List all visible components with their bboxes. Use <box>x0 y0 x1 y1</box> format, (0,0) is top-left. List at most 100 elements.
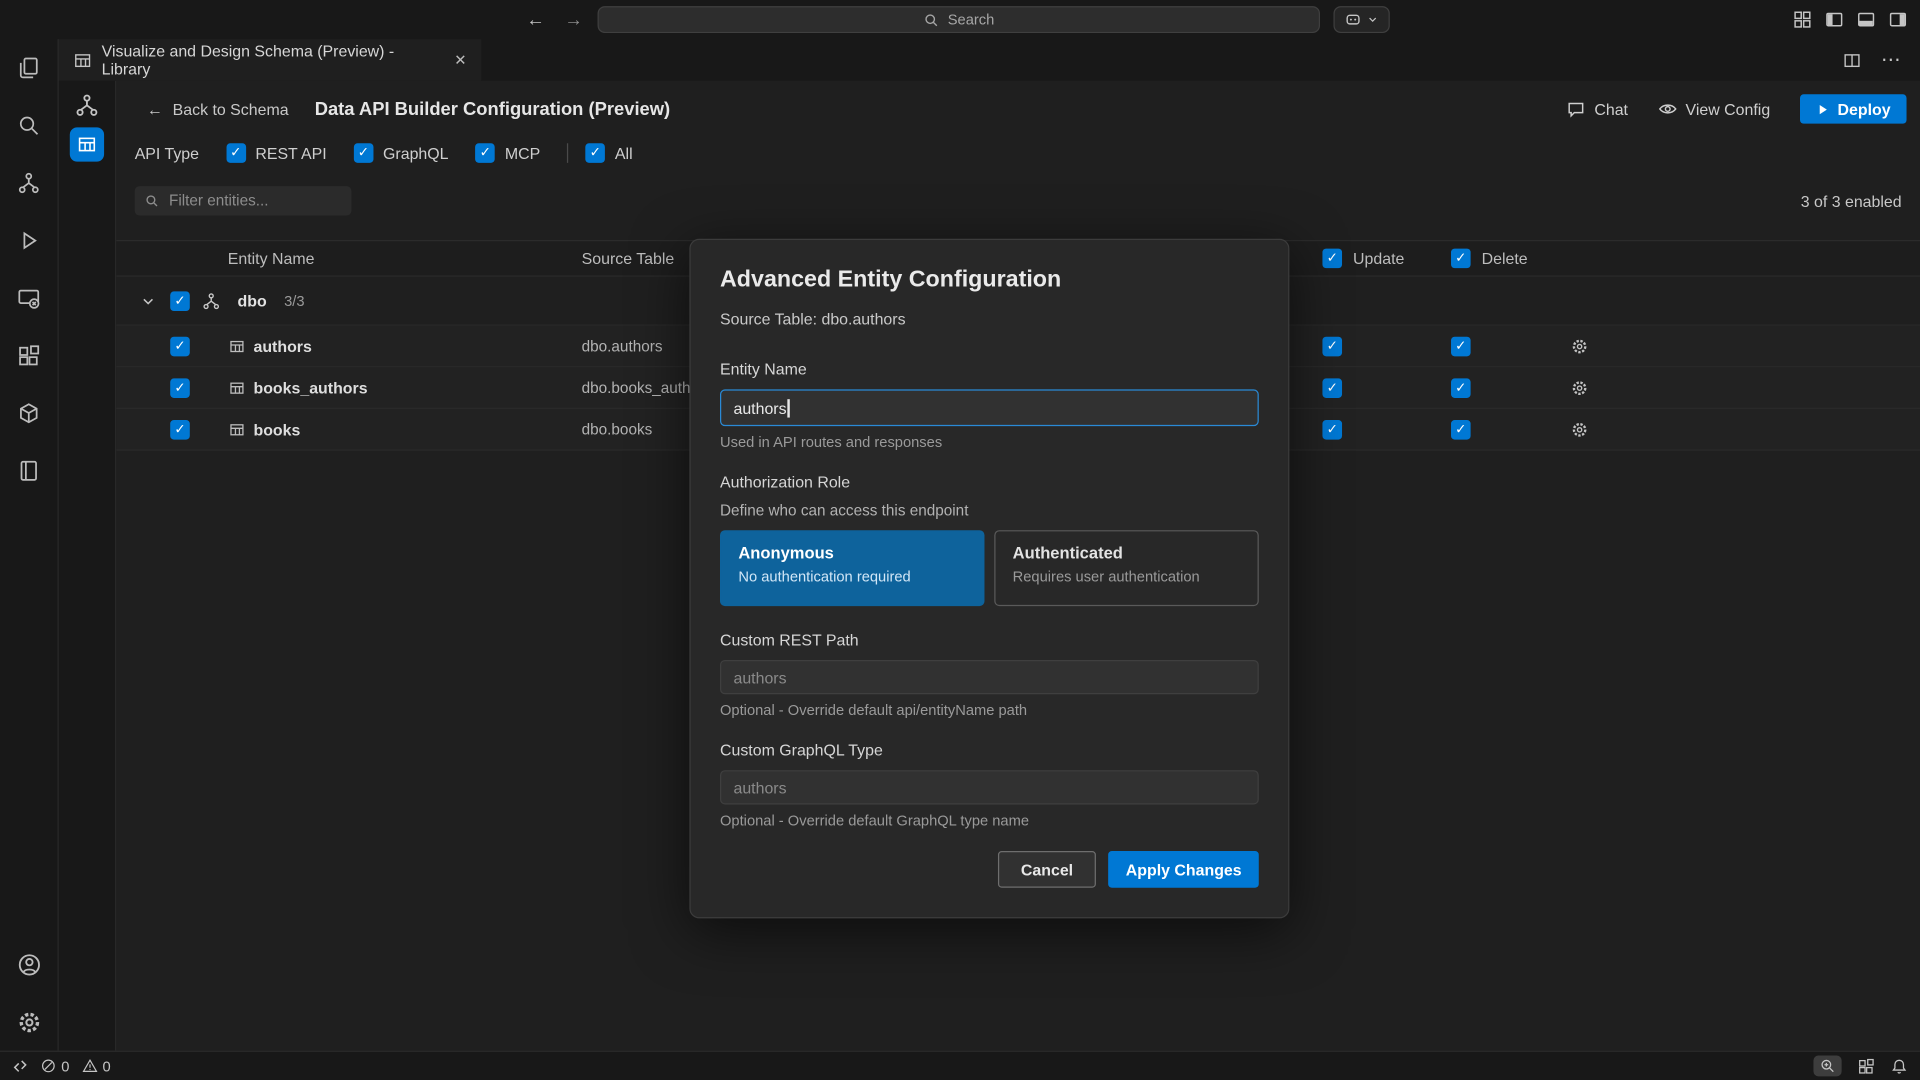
activity-notebook-button[interactable] <box>0 442 58 500</box>
toggle-primary-sidebar-button[interactable] <box>1824 10 1844 30</box>
row-delete-checkbox[interactable]: ✓ <box>1451 419 1471 439</box>
row-delete-checkbox[interactable]: ✓ <box>1451 336 1471 356</box>
chat-label: Chat <box>1594 100 1628 118</box>
custom-rest-path-label: Custom REST Path <box>720 631 1259 649</box>
run-debug-icon <box>17 229 40 252</box>
apply-changes-button[interactable]: Apply Changes <box>1109 851 1259 888</box>
extensions-status-button[interactable] <box>1858 1057 1875 1074</box>
row-enabled-checkbox[interactable]: ✓ <box>170 336 190 356</box>
notifications-button[interactable] <box>1891 1057 1908 1074</box>
row-update-checkbox[interactable]: ✓ <box>1322 336 1342 356</box>
toggle-panel-button[interactable] <box>1856 10 1876 30</box>
activity-database-button[interactable] <box>0 384 58 442</box>
row-enabled-checkbox[interactable]: ✓ <box>170 419 190 439</box>
history-forward-button[interactable]: → <box>564 9 582 30</box>
toggle-secondary-sidebar-button[interactable] <box>1888 10 1908 30</box>
entity-filter-input[interactable] <box>167 191 342 211</box>
row-update-checkbox[interactable]: ✓ <box>1322 419 1342 439</box>
editor-tab[interactable]: Visualize and Design Schema (Preview) - … <box>59 39 481 81</box>
delete-select-all-checkbox[interactable]: ✓ <box>1451 249 1471 269</box>
col-source-table: Source Table <box>582 249 675 267</box>
more-actions-button[interactable]: ⋯ <box>1881 48 1901 72</box>
row-settings-gear-icon[interactable] <box>1571 421 1588 438</box>
account-button[interactable] <box>0 936 58 994</box>
row-settings-gear-icon[interactable] <box>1571 337 1588 354</box>
design-view-button[interactable] <box>70 127 104 161</box>
enabled-status: 3 of 3 enabled <box>1801 192 1902 210</box>
activity-bar <box>0 39 59 1050</box>
col-update: Update <box>1353 249 1404 267</box>
row-delete-checkbox[interactable]: ✓ <box>1451 378 1471 398</box>
all-checkbox[interactable]: ✓ <box>586 143 606 163</box>
page-title: Data API Builder Configuration (Preview) <box>315 99 670 120</box>
table-icon <box>229 421 245 437</box>
tab-title: Visualize and Design Schema (Preview) - … <box>102 42 445 79</box>
error-icon <box>40 1058 56 1074</box>
chat-button[interactable]: Chat <box>1566 99 1628 119</box>
col-delete: Delete <box>1482 249 1528 267</box>
remote-indicator[interactable] <box>12 1058 28 1074</box>
update-select-all-checkbox[interactable]: ✓ <box>1322 249 1342 269</box>
activity-search-button[interactable] <box>0 97 58 155</box>
warning-icon <box>82 1058 98 1074</box>
customize-layout-button[interactable] <box>1793 10 1813 30</box>
auth-option-description: No authentication required <box>738 568 966 585</box>
custom-rest-path-input[interactable] <box>720 660 1259 694</box>
hierarchy-icon <box>17 171 40 194</box>
search-icon <box>17 114 40 137</box>
filter-option-graphql: ✓ GraphQL <box>354 143 449 163</box>
activity-run-debug-button[interactable] <box>0 212 58 270</box>
custom-graphql-type-help: Optional - Override default GraphQL type… <box>720 812 1259 829</box>
settings-button[interactable] <box>0 993 58 1051</box>
entity-filter-box <box>135 186 352 215</box>
filter-option-rest-api: ✓ REST API <box>226 143 327 163</box>
back-to-schema-link[interactable]: ← Back to Schema <box>147 100 289 118</box>
group-count: 3/3 <box>284 292 304 309</box>
command-center-search[interactable]: Search <box>598 6 1320 33</box>
deploy-button[interactable]: Deploy <box>1800 94 1907 123</box>
group-checkbox[interactable]: ✓ <box>170 291 190 311</box>
cancel-button[interactable]: Cancel <box>998 851 1097 888</box>
zoom-in-icon <box>1820 1058 1836 1074</box>
row-settings-gear-icon[interactable] <box>1571 379 1588 396</box>
auth-option-authenticated[interactable]: Authenticated Requires user authenticati… <box>994 530 1258 606</box>
extensions-icon <box>1858 1057 1875 1074</box>
graphql-checkbox[interactable]: ✓ <box>354 143 374 163</box>
files-icon <box>17 56 40 79</box>
auth-option-title: Authenticated <box>1013 544 1241 562</box>
row-source-table: dbo.authors <box>582 337 663 354</box>
row-enabled-checkbox[interactable]: ✓ <box>170 378 190 398</box>
titlebar: ← → Search <box>0 0 1920 39</box>
activity-remote-explorer-button[interactable] <box>0 269 58 327</box>
chevron-down-icon[interactable] <box>140 292 157 309</box>
chat-icon <box>1566 99 1586 119</box>
schema-view-button[interactable] <box>75 93 99 117</box>
auth-option-anonymous[interactable]: Anonymous No authentication required <box>720 530 984 606</box>
deploy-label: Deploy <box>1838 100 1891 118</box>
cube-icon <box>17 402 40 425</box>
errors-indicator[interactable]: 0 <box>40 1057 69 1074</box>
split-editor-button[interactable] <box>1843 51 1861 69</box>
activity-schema-button[interactable] <box>0 154 58 212</box>
tab-close-icon[interactable]: ✕ <box>454 51 466 68</box>
warnings-indicator[interactable]: 0 <box>82 1057 111 1074</box>
editor-tabbar: Visualize and Design Schema (Preview) - … <box>59 39 1920 81</box>
filter-option-mcp: ✓ MCP <box>475 143 540 163</box>
table-icon <box>229 338 245 354</box>
row-update-checkbox[interactable]: ✓ <box>1322 378 1342 398</box>
filter-option-all: ✓ All <box>586 143 633 163</box>
zoom-indicator[interactable] <box>1813 1056 1841 1077</box>
custom-graphql-type-input[interactable] <box>720 770 1259 804</box>
mcp-checkbox[interactable]: ✓ <box>475 143 495 163</box>
activity-extensions-button[interactable] <box>0 327 58 385</box>
history-back-button[interactable]: ← <box>527 9 545 30</box>
errors-count: 0 <box>61 1057 69 1074</box>
bell-icon <box>1891 1057 1908 1074</box>
rest-api-checkbox[interactable]: ✓ <box>226 143 246 163</box>
copilot-button[interactable] <box>1333 6 1389 33</box>
activity-explorer-button[interactable] <box>0 39 58 97</box>
view-switcher-strip <box>59 81 117 1051</box>
view-config-button[interactable]: View Config <box>1657 99 1770 119</box>
entity-name-input[interactable]: authors <box>720 389 1259 426</box>
entity-name-help: Used in API routes and responses <box>720 433 1259 450</box>
